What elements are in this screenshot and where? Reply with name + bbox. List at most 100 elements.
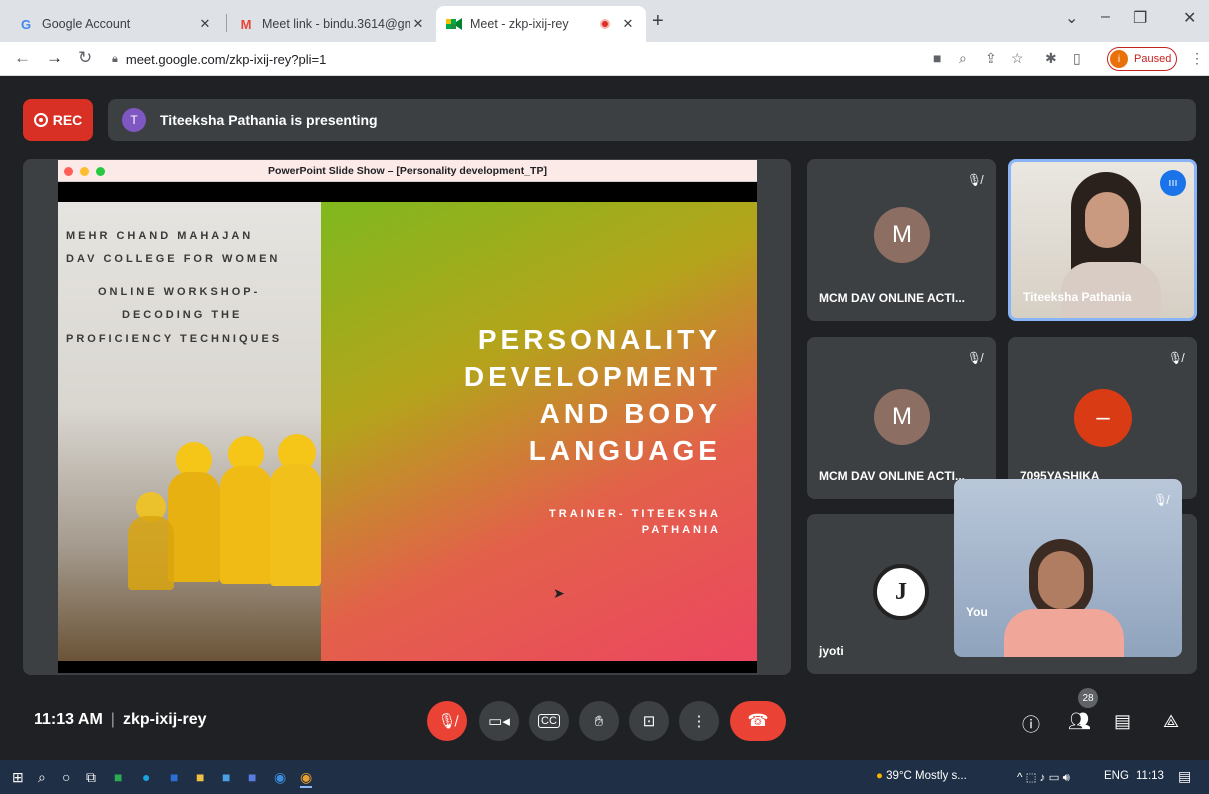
back-icon[interactable]: ← xyxy=(14,48,31,68)
mic-off-icon: 🎙︎̸ xyxy=(437,713,457,730)
extensions-icon[interactable]: ✱ xyxy=(1045,50,1057,67)
camera-in-use-icon[interactable]: ■ xyxy=(933,50,941,66)
participant-avatar: M xyxy=(874,389,930,445)
pawn-body xyxy=(128,516,174,590)
mic-off-icon: 🎙︎̸ xyxy=(1167,351,1183,365)
app-icon[interactable]: ◉ xyxy=(274,769,286,786)
close-window-icon[interactable]: ✕ xyxy=(1183,8,1196,28)
tab-meet-link-gmail[interactable]: M Meet link - bindu.3614@gmail.co ✕ xyxy=(228,6,436,42)
college-line: DAV COLLEGE FOR WOMEN xyxy=(66,253,281,265)
profile-status-label: Paused xyxy=(1134,53,1172,65)
participant-tile-speaking[interactable]: ııı Titeeksha Pathania xyxy=(1008,159,1197,321)
mic-toggle-button[interactable]: 🎙︎̸ xyxy=(427,701,467,741)
google-favicon-icon: G xyxy=(20,16,32,32)
participant-name: MCM DAV ONLINE ACTI... xyxy=(819,291,965,305)
taskbar-clock[interactable]: 11:13 xyxy=(1136,770,1164,782)
raise-hand-button[interactable]: ✋︎ xyxy=(579,701,619,741)
slide-right-panel: PERSONALITY DEVELOPMENT AND BODY LANGUAG… xyxy=(321,202,757,661)
slideshow-window-title: PowerPoint Slide Show – [Personality dev… xyxy=(58,160,757,182)
profile-avatar: i xyxy=(1110,50,1128,68)
forward-icon[interactable]: → xyxy=(46,48,63,68)
self-name: You xyxy=(966,605,988,619)
people-icon[interactable]: 👥︎ xyxy=(1068,711,1091,732)
slide-title-line: DEVELOPMENT xyxy=(463,361,721,392)
word-icon[interactable]: ■ xyxy=(170,769,178,785)
record-icon xyxy=(33,113,48,127)
tray-icons[interactable]: ^ ⬚ ♪ ▭ 🔊︎ xyxy=(1017,770,1070,785)
task-view-icon[interactable]: ⧉ xyxy=(86,769,96,786)
weather-widget[interactable]: ● 39°C Mostly s... xyxy=(876,770,967,782)
mic-off-icon: 🎙︎̸ xyxy=(966,173,982,187)
tab-search-icon[interactable]: ⌄ xyxy=(1065,8,1078,28)
close-icon[interactable]: ✕ xyxy=(410,16,426,32)
edge-icon[interactable]: ● xyxy=(142,769,150,785)
cortana-icon[interactable]: ○ xyxy=(62,769,70,785)
participant-name: jyoti xyxy=(819,644,844,658)
participant-tile[interactable]: 🎙︎̸ M MCM DAV ONLINE ACTI... xyxy=(807,337,996,499)
windows-taskbar: ⊞ ⌕ ○ ⧉ ■ ● ■ ■ ■ ■ ◉ ◉ ● 39°C Mostly s.… xyxy=(0,760,1209,794)
mac-minimize-icon xyxy=(80,167,89,176)
file-explorer-icon[interactable]: ■ xyxy=(196,769,204,785)
mac-zoom-icon xyxy=(96,167,105,176)
participant-video-face xyxy=(1085,192,1129,248)
excel-icon[interactable]: ■ xyxy=(114,769,122,785)
hangup-icon: ☎︎ xyxy=(747,711,769,730)
weather-icon: ● xyxy=(876,770,883,782)
reload-icon[interactable]: ↻ xyxy=(78,48,92,68)
camera-toggle-button[interactable]: ▭◂ xyxy=(479,701,519,741)
address-bar[interactable]: 🔒︎ meet.google.com/zkp-ixij-rey?pli=1 xyxy=(112,46,912,72)
side-panel-icon[interactable]: ▯ xyxy=(1073,50,1081,67)
mail-icon[interactable]: ■ xyxy=(222,769,230,785)
browser-tabstrip: G Google Account ✕ M Meet link - bindu.3… xyxy=(0,0,1209,42)
lock-icon: 🔒︎ xyxy=(112,52,118,65)
leave-call-button[interactable]: ☎︎ xyxy=(730,701,786,741)
participant-avatar: M xyxy=(874,207,930,263)
participant-name: MCM DAV ONLINE ACTI... xyxy=(819,469,965,483)
hand-icon: ✋︎ xyxy=(594,712,604,730)
activities-icon[interactable]: ⟁ xyxy=(1163,711,1179,732)
tab-google-account[interactable]: G Google Account ✕ xyxy=(8,6,223,42)
participant-tile[interactable]: 🎙︎̸ – 7095YASHIKA _ xyxy=(1008,337,1197,499)
slide-left-panel: MEHR CHAND MAHAJAN DAV COLLEGE FOR WOMEN… xyxy=(58,202,321,661)
windows-start-icon[interactable]: ⊞ xyxy=(12,769,24,786)
more-options-button[interactable]: ⋮ xyxy=(679,701,719,741)
tab-title: Meet - zkp-ixij-rey xyxy=(470,17,569,31)
meeting-code: zkp-ixij-rey xyxy=(122,711,207,728)
search-icon[interactable]: ⌕ xyxy=(38,769,46,786)
slideshow-title-text: PowerPoint Slide Show – [Personality dev… xyxy=(268,165,547,177)
minimize-icon[interactable]: – xyxy=(1101,8,1110,26)
zoom-icon[interactable]: ⌕ xyxy=(959,50,967,67)
slide-title-line: LANGUAGE xyxy=(528,435,721,466)
chat-icon[interactable]: ▤ xyxy=(1114,711,1131,732)
url-text: meet.google.com/zkp-ixij-rey?pli=1 xyxy=(125,51,327,67)
meeting-details-icon[interactable]: ⓘ xyxy=(1022,711,1040,737)
tab-divider xyxy=(226,14,227,32)
presenting-text: Titeeksha Pathania is presenting xyxy=(160,112,378,128)
close-icon[interactable]: ✕ xyxy=(620,16,636,32)
store-icon[interactable]: ■ xyxy=(248,769,256,785)
restore-icon[interactable]: ❐ xyxy=(1133,8,1147,28)
bookmark-star-icon[interactable]: ☆ xyxy=(1011,50,1024,67)
language-indicator[interactable]: ENG xyxy=(1104,770,1129,782)
present-button[interactable]: ⊡ xyxy=(629,701,669,741)
close-icon[interactable]: ✕ xyxy=(197,16,213,32)
captions-button[interactable]: CC xyxy=(529,701,569,741)
notifications-icon[interactable]: ▤ xyxy=(1178,768,1191,785)
participant-avatar: J xyxy=(873,564,929,620)
share-icon[interactable]: ⇪ xyxy=(985,50,997,67)
meet-area: REC T Titeeksha Pathania is presenting P… xyxy=(0,77,1209,760)
self-view-tile[interactable]: 🎙︎̸ You xyxy=(954,479,1182,657)
college-line: ONLINE WORKSHOP- xyxy=(98,286,261,298)
recording-badge[interactable]: REC xyxy=(23,99,93,141)
self-video-face xyxy=(1038,551,1084,609)
tab-title: Meet link - bindu.3614@gmail.co xyxy=(262,17,410,31)
chrome-icon[interactable]: ◉ xyxy=(300,769,313,788)
browser-menu-icon[interactable]: ⋮ xyxy=(1190,50,1204,67)
tab-title: Google Account xyxy=(42,17,131,31)
participant-tile[interactable]: 🎙︎̸ M MCM DAV ONLINE ACTI... xyxy=(807,159,996,321)
separator: | xyxy=(110,711,115,728)
captions-icon: CC xyxy=(538,714,560,728)
new-tab-icon[interactable]: + xyxy=(652,10,664,33)
profile-paused-button[interactable]: i Paused xyxy=(1107,47,1177,71)
tab-meet[interactable]: Meet - zkp-ixij-rey ✕ xyxy=(436,6,646,42)
